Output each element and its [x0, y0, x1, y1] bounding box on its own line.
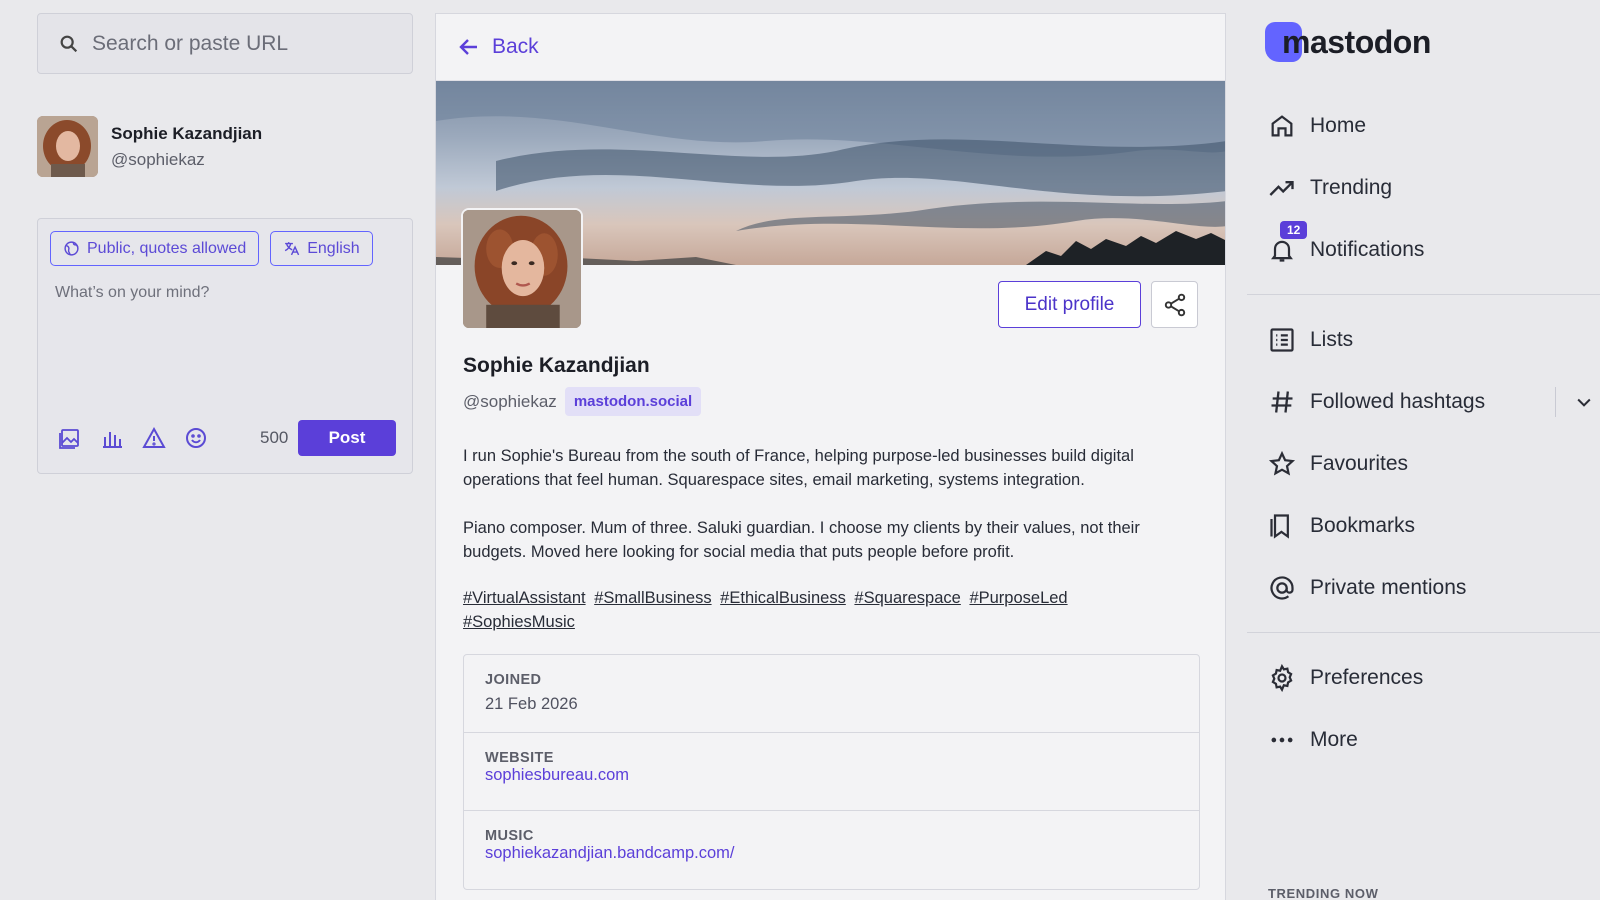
- emoji-icon[interactable]: [184, 426, 208, 450]
- field-joined: JOINED 21 Feb 2026: [464, 655, 1199, 733]
- back-button[interactable]: Back: [436, 14, 1225, 81]
- hashtag-link[interactable]: #SmallBusiness: [594, 589, 711, 607]
- nav-lists[interactable]: Lists: [1247, 309, 1600, 371]
- search-input[interactable]: [92, 31, 392, 56]
- hashtag-link[interactable]: #EthicalBusiness: [720, 589, 846, 607]
- nav-label: Favourites: [1310, 452, 1409, 475]
- trending-heading: TRENDING NOW: [1268, 886, 1379, 900]
- arrow-left-icon: [459, 39, 477, 55]
- profile-details: Sophie Kazandjian @sophiekaz mastodon.so…: [463, 354, 1200, 890]
- visibility-button[interactable]: Public, quotes allowed: [50, 231, 260, 266]
- back-label: Back: [492, 35, 539, 58]
- nav-preferences[interactable]: Preferences: [1247, 647, 1600, 709]
- at-icon: [1270, 576, 1294, 600]
- website-link[interactable]: sophiesbureau.com: [485, 766, 629, 784]
- navigation-panel: mastodon Home Trending 12 Notifications …: [1247, 0, 1600, 900]
- edit-profile-button[interactable]: Edit profile: [998, 281, 1141, 328]
- visibility-label: Public, quotes allowed: [87, 239, 247, 257]
- field-label: MUSIC: [485, 828, 534, 844]
- warning-icon[interactable]: [142, 426, 166, 450]
- chevron-down-icon: [1577, 398, 1591, 407]
- account-name[interactable]: Sophie Kazandjian: [111, 124, 262, 144]
- hashtag-link[interactable]: #PurposeLed: [969, 589, 1067, 607]
- account-handle: @sophiekaz: [111, 149, 205, 169]
- home-icon: [1271, 115, 1293, 137]
- expand-hashtags-toggle[interactable]: [1555, 387, 1594, 417]
- nav-label: More: [1310, 728, 1358, 751]
- nav-more[interactable]: More: [1247, 709, 1600, 771]
- nav-label: Home: [1310, 114, 1367, 137]
- hashtag-link[interactable]: #SophiesMusic: [463, 613, 575, 631]
- nav-label: Notifications: [1310, 238, 1425, 261]
- compose-form: Public, quotes allowed English 500 Post: [37, 218, 413, 474]
- field-label: JOINED: [485, 672, 542, 688]
- hashtag-icon: [1271, 391, 1293, 413]
- star-icon: [1268, 450, 1296, 476]
- globe-icon: [64, 241, 79, 256]
- trending-icon: [1269, 181, 1294, 196]
- profile-avatar[interactable]: [461, 208, 583, 330]
- nav-label: Trending: [1310, 176, 1393, 199]
- current-account[interactable]: Sophie Kazandjian @sophiekaz: [37, 116, 413, 177]
- domain-badge[interactable]: mastodon.social: [564, 387, 702, 416]
- hashtag-link[interactable]: #Squarespace: [854, 589, 960, 607]
- nav-divider: [1247, 632, 1600, 633]
- media-icon[interactable]: [58, 426, 82, 450]
- hashtag-link[interactable]: #VirtualAssistant: [463, 589, 586, 607]
- language-label: English: [307, 239, 360, 257]
- profile-bio: I run Sophie's Bureau from the south of …: [463, 444, 1200, 564]
- field-website: WEBSITE sophiesbureau.com: [464, 733, 1199, 811]
- search-box[interactable]: [37, 13, 413, 74]
- nav-notifications[interactable]: 12 Notifications: [1247, 219, 1600, 281]
- nav-label: Preferences: [1310, 666, 1424, 689]
- poll-icon[interactable]: [100, 426, 124, 450]
- avatar[interactable]: [37, 116, 98, 177]
- language-button[interactable]: English: [270, 231, 373, 266]
- field-label: WEBSITE: [485, 750, 554, 766]
- nav-bookmarks[interactable]: Bookmarks: [1247, 495, 1600, 557]
- gear-icon: [1271, 664, 1293, 692]
- share-button[interactable]: [1151, 281, 1198, 328]
- nav-label: Followed hashtags: [1310, 390, 1486, 413]
- mastodon-logo[interactable]: mastodon: [1265, 22, 1431, 62]
- profile-name: Sophie Kazandjian: [463, 354, 650, 377]
- nav-followed-hashtags[interactable]: Followed hashtags: [1247, 371, 1600, 433]
- nav-favourites[interactable]: Favourites: [1247, 433, 1600, 495]
- bio-hashtags: #VirtualAssistant #SmallBusiness #Ethica…: [463, 586, 1200, 634]
- nav-label: Lists: [1310, 328, 1354, 351]
- list-icon: [1270, 328, 1294, 352]
- nav-private-mentions[interactable]: Private mentions: [1247, 557, 1600, 619]
- field-music: MUSIC sophiekazandjian.bandcamp.com/: [464, 811, 1199, 889]
- translate-icon: [284, 242, 300, 256]
- profile-fields: JOINED 21 Feb 2026 WEBSITE sophiesbureau…: [463, 654, 1200, 890]
- bookmark-icon: [1270, 514, 1289, 539]
- more-icon: [1271, 737, 1293, 743]
- profile-column: Back Edit profile Sophie Kazandjian @sop…: [435, 13, 1226, 900]
- bio-paragraph: I run Sophie's Bureau from the south of …: [463, 447, 1134, 489]
- nav-divider: [1247, 294, 1600, 295]
- notification-count-badge: 12: [1280, 221, 1308, 239]
- post-button[interactable]: Post: [298, 420, 396, 456]
- search-icon: [58, 33, 80, 55]
- share-icon: [1164, 293, 1185, 316]
- nav-label: Private mentions: [1310, 576, 1467, 599]
- bell-icon: [1271, 240, 1293, 262]
- nav-label: Bookmarks: [1310, 514, 1416, 537]
- main-nav: Home Trending 12 Notifications Lists Fol…: [1247, 95, 1600, 771]
- profile-handle: @sophiekaz: [463, 391, 557, 411]
- nav-trending[interactable]: Trending: [1247, 157, 1600, 219]
- bio-paragraph: Piano composer. Mum of three. Saluki gua…: [463, 519, 1140, 561]
- nav-home[interactable]: Home: [1247, 95, 1600, 157]
- logo-text: mastodon: [1282, 23, 1431, 60]
- character-counter: 500: [260, 428, 289, 447]
- compose-textarea[interactable]: [50, 284, 400, 374]
- music-link[interactable]: sophiekazandjian.bandcamp.com/: [485, 844, 735, 862]
- left-column: Sophie Kazandjian @sophiekaz Public, quo…: [37, 13, 413, 474]
- field-value: 21 Feb 2026: [485, 695, 578, 713]
